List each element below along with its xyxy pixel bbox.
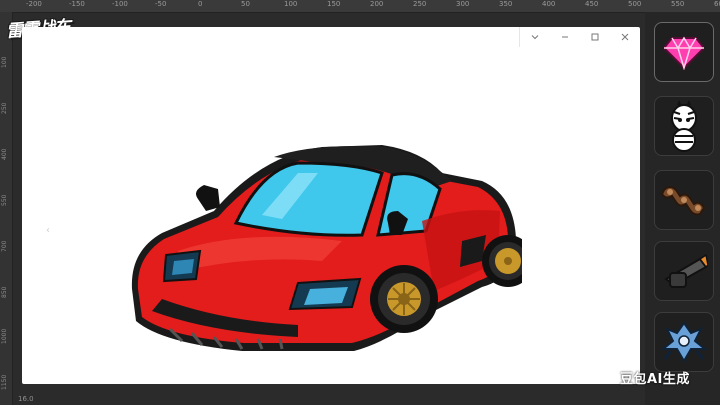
ruler-tick-label: 450 xyxy=(585,0,599,8)
ruler-tick-label: 50 xyxy=(241,0,250,8)
preview-window: ‹ › xyxy=(22,27,658,384)
ruler-tick-label: 1150 xyxy=(1,374,8,390)
vertical-ruler: 100 250 400 550 700 850 1000 1150 xyxy=(0,12,13,405)
close-icon xyxy=(621,33,629,41)
ruler-tick-label: 1000 xyxy=(1,328,8,344)
ai-generated-watermark: 豆包AI生成 xyxy=(620,372,690,387)
chain-link-icon[interactable] xyxy=(654,170,714,230)
ruler-tick-label: 0 xyxy=(198,0,203,8)
minimize-icon xyxy=(562,36,568,38)
ruler-tick-label: 500 xyxy=(628,0,642,8)
ruler-tick-label: 400 xyxy=(542,0,556,8)
ruler-tick-label: 550 xyxy=(1,194,8,206)
ruler-tick-label: 400 xyxy=(1,148,8,160)
ruler-tick-label: 850 xyxy=(1,286,8,298)
chevron-left-icon[interactable]: ‹ xyxy=(46,225,50,236)
chevron-down-icon[interactable] xyxy=(520,27,550,47)
window-controls xyxy=(519,27,640,47)
ruler-tick-label: 250 xyxy=(413,0,427,8)
ruler-tick-label: 550 xyxy=(671,0,685,8)
ruler-tick-label: 150 xyxy=(327,0,341,8)
ruler-tick-label: -200 xyxy=(26,0,42,8)
minimize-button[interactable] xyxy=(550,27,580,47)
horizontal-ruler: -200 -150 -100 -50 0 50 100 150 200 250 300 350 400 4… xyxy=(0,0,720,13)
red-sports-car-image xyxy=(131,145,522,351)
ruler-tick-label: 100 xyxy=(1,56,8,68)
ruler-tick-label: 100 xyxy=(284,0,298,8)
ruler-tick-label: 700 xyxy=(1,240,8,252)
zoom-readout: 16.0 xyxy=(18,395,34,403)
maximize-button[interactable] xyxy=(580,27,610,47)
ruler-tick-label: 600 xyxy=(714,0,720,8)
ruler-tick-label: -100 xyxy=(112,0,128,8)
ruler-tick-label: -150 xyxy=(69,0,85,8)
ruler-tick-label: 350 xyxy=(499,0,513,8)
zebra-character-icon[interactable] xyxy=(654,96,714,156)
asset-sidebar xyxy=(645,12,720,405)
ruler-tick-label: 200 xyxy=(370,0,384,8)
maximize-icon xyxy=(591,33,599,41)
close-button[interactable] xyxy=(610,27,640,47)
ruler-tick-label: 250 xyxy=(1,102,8,114)
mech-robot-icon[interactable] xyxy=(654,312,714,372)
ruler-tick-label: 300 xyxy=(456,0,470,8)
pink-gem-icon[interactable] xyxy=(654,22,714,82)
cannon-turret-icon[interactable] xyxy=(654,241,714,301)
ruler-tick-label: -50 xyxy=(155,0,167,8)
